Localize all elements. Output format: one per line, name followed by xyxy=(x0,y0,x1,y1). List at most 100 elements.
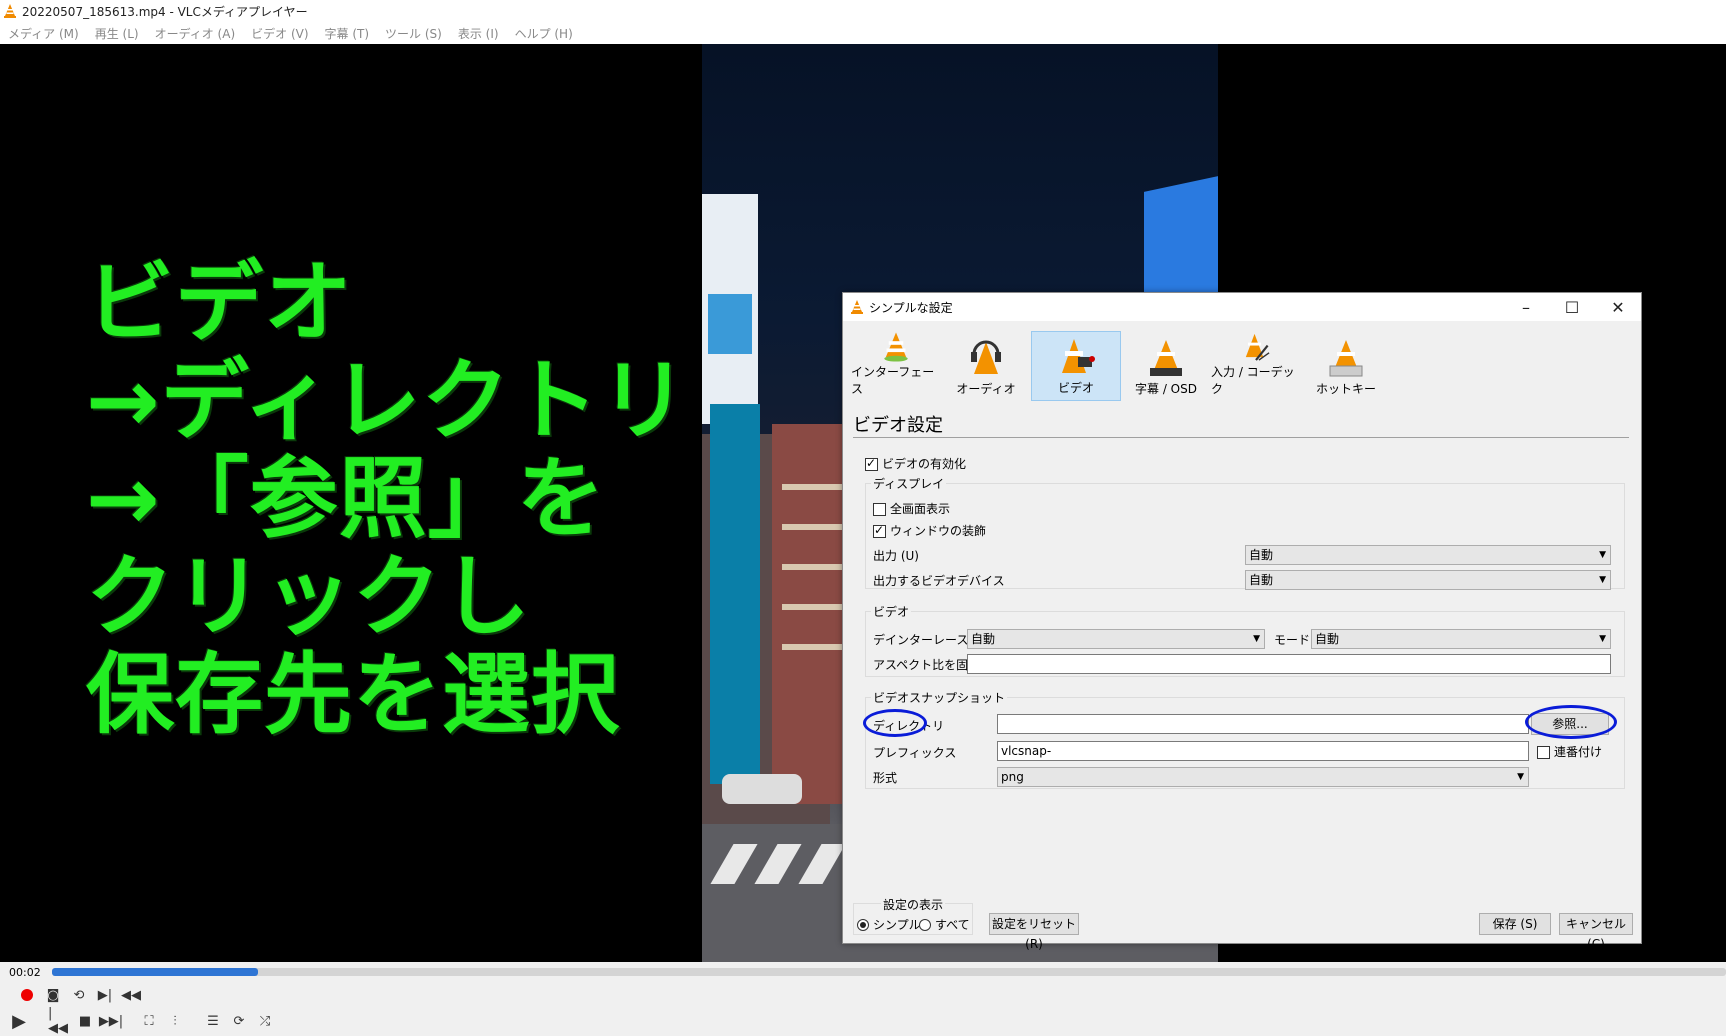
rewind-icon: ◀◀ xyxy=(121,987,141,1003)
video-device-select-value: 自動 xyxy=(1249,573,1274,587)
show-simple-radio[interactable]: シンプル xyxy=(857,916,921,933)
category-input-codecs[interactable]: 入力 / コーデック xyxy=(1211,331,1301,401)
mode-label: モード xyxy=(1274,633,1311,647)
enable-video-label: ビデオの有効化 xyxy=(882,457,967,471)
category-bar: インターフェース オーディオ ビデオ 字幕 / OSD 入力 / コーデック ホ… xyxy=(851,331,1391,403)
window-title: 20220507_185613.mp4 - VLCメディアプレイヤー xyxy=(22,4,308,19)
category-audio-label: オーディオ xyxy=(956,382,1016,396)
output-label: 出力 (U) xyxy=(873,549,919,563)
slow-button[interactable]: ◀◀ xyxy=(120,984,142,1006)
category-hotkeys[interactable]: ホットキー xyxy=(1301,331,1391,401)
seek-bar[interactable] xyxy=(52,968,1726,976)
elapsed-time: 00:02 xyxy=(9,966,41,979)
playlist-button[interactable]: ☰ xyxy=(202,1010,224,1032)
fullscreen-checkbox[interactable]: 全画面表示 xyxy=(873,500,950,517)
frame-step-button[interactable]: ▶| xyxy=(94,984,116,1006)
browse-highlight xyxy=(1525,705,1617,739)
video-device-select[interactable]: 自動 ▼ xyxy=(1245,570,1611,590)
enable-video-check[interactable] xyxy=(865,456,878,471)
menu-media[interactable]: メディア (M) xyxy=(0,25,87,42)
vlc-cone-icon xyxy=(851,300,863,314)
cancel-button[interactable]: キャンセル (C) xyxy=(1559,913,1633,951)
category-hotkeys-label: ホットキー xyxy=(1315,382,1376,396)
chevron-down-icon: ▼ xyxy=(1599,575,1606,585)
loop-icon: ⟳ xyxy=(233,1013,245,1029)
output-select[interactable]: 自動 ▼ xyxy=(1245,545,1611,565)
menu-help[interactable]: ヘルプ (H) xyxy=(507,25,581,42)
extended-settings-button[interactable]: ⫶ xyxy=(164,1010,186,1032)
frame-step-icon: ▶| xyxy=(97,987,113,1003)
prefix-input[interactable]: vlcsnap- xyxy=(997,741,1529,761)
hotkeys-cone-icon xyxy=(1329,340,1363,377)
decorations-label: ウィンドウの装飾 xyxy=(890,524,987,538)
simple-preferences-dialog: シンプルな設定 – ☐ ✕ インターフェース オーディオ ビデオ 字幕 / OS… xyxy=(842,292,1642,951)
loop-ab-button[interactable]: ⟲ xyxy=(68,984,90,1006)
record-icon xyxy=(21,989,33,1001)
instruction-overlay: ビデオ →ディレクトリ →「参照」を クリックし 保存先を選択 xyxy=(86,254,706,744)
snapshot-button[interactable]: ◙ xyxy=(42,984,64,1006)
menu-bar: メディア (M) 再生 (L) オーディオ (A) ビデオ (V) 字幕 (T)… xyxy=(0,22,1726,44)
decorations-check[interactable] xyxy=(873,523,886,538)
show-all-radio[interactable]: すべて xyxy=(919,916,970,933)
radio-selected-icon[interactable] xyxy=(857,918,869,931)
deinterlace-select[interactable]: 自動 ▼ xyxy=(967,629,1265,649)
enable-video-checkbox[interactable]: ビデオの有効化 xyxy=(865,455,966,472)
mode-select[interactable]: 自動 ▼ xyxy=(1311,629,1611,649)
maximize-button[interactable]: ☐ xyxy=(1549,293,1595,321)
menu-view[interactable]: 表示 (I) xyxy=(450,25,507,42)
sequential-numbering-label: 連番付け xyxy=(1554,745,1603,759)
camera-icon: ◙ xyxy=(46,987,60,1003)
equalizer-icon: ⫶ xyxy=(173,1013,177,1029)
stop-button[interactable]: ■ xyxy=(74,1010,96,1032)
seek-bar-progress xyxy=(52,968,258,976)
category-audio[interactable]: オーディオ xyxy=(941,331,1031,401)
next-icon: ▶▶| xyxy=(98,1013,124,1029)
loop-ab-icon: ⟲ xyxy=(73,987,85,1003)
chevron-down-icon: ▼ xyxy=(1599,550,1606,560)
directory-input[interactable] xyxy=(997,714,1529,734)
save-button[interactable]: 保存 (S) xyxy=(1479,913,1551,935)
section-divider xyxy=(853,437,1629,438)
menu-playback[interactable]: 再生 (L) xyxy=(87,25,147,42)
instruction-line-2: →ディレクトリ xyxy=(86,349,689,452)
playlist-icon: ☰ xyxy=(207,1013,219,1029)
stop-icon: ■ xyxy=(78,1013,92,1029)
play-button[interactable]: ▶ xyxy=(6,1010,32,1032)
shuffle-button[interactable]: ⤮ xyxy=(254,1010,276,1032)
loop-button[interactable]: ⟳ xyxy=(228,1010,250,1032)
video-group-legend: ビデオ xyxy=(871,603,912,620)
sequential-numbering-check[interactable] xyxy=(1537,746,1550,759)
record-button[interactable] xyxy=(16,984,38,1006)
close-button[interactable]: ✕ xyxy=(1595,293,1641,321)
section-title: ビデオ設定 xyxy=(853,415,943,436)
window-title-bar: 20220507_185613.mp4 - VLCメディアプレイヤー xyxy=(0,0,1726,22)
category-interface-label: インターフェース xyxy=(851,365,935,396)
sequential-numbering-checkbox[interactable]: 連番付け xyxy=(1537,743,1602,760)
format-select[interactable]: png ▼ xyxy=(997,767,1529,787)
menu-audio[interactable]: オーディオ (A) xyxy=(147,25,244,42)
fullscreen-check[interactable] xyxy=(873,503,886,516)
player-controls: 00:02 ◙ ⟲ ▶| ◀◀ ▶ |◀◀ ■ ▶▶| ⛶ ⫶ ☰ ⟳ ⤮ xyxy=(0,962,1726,1036)
category-input-codecs-label: 入力 / コーデック xyxy=(1211,365,1295,396)
aspect-ratio-input[interactable] xyxy=(967,654,1611,674)
output-select-value: 自動 xyxy=(1249,548,1274,562)
show-settings-legend: 設定の表示 xyxy=(881,896,946,913)
reset-preferences-button[interactable]: 設定をリセット (R) xyxy=(989,913,1079,951)
show-simple-label: シンプル xyxy=(873,918,921,932)
fullscreen-button[interactable]: ⛶ xyxy=(138,1010,160,1032)
chevron-down-icon: ▼ xyxy=(1599,634,1606,644)
decorations-checkbox[interactable]: ウィンドウの装飾 xyxy=(873,522,986,539)
minimize-button[interactable]: – xyxy=(1503,293,1549,321)
next-button[interactable]: ▶▶| xyxy=(98,1010,124,1032)
menu-tools[interactable]: ツール (S) xyxy=(377,25,450,42)
previous-button[interactable]: |◀◀ xyxy=(48,1006,70,1036)
fullscreen-icon: ⛶ xyxy=(144,1013,154,1029)
category-video-label: ビデオ xyxy=(1057,381,1094,395)
category-video[interactable]: ビデオ xyxy=(1031,331,1121,401)
menu-subtitle[interactable]: 字幕 (T) xyxy=(317,25,378,42)
category-interface[interactable]: インターフェース xyxy=(851,331,941,401)
headphones-cone-icon xyxy=(971,340,1001,374)
radio-unselected-icon[interactable] xyxy=(919,918,931,931)
menu-video[interactable]: ビデオ (V) xyxy=(243,25,316,42)
category-subtitles[interactable]: 字幕 / OSD xyxy=(1121,331,1211,401)
